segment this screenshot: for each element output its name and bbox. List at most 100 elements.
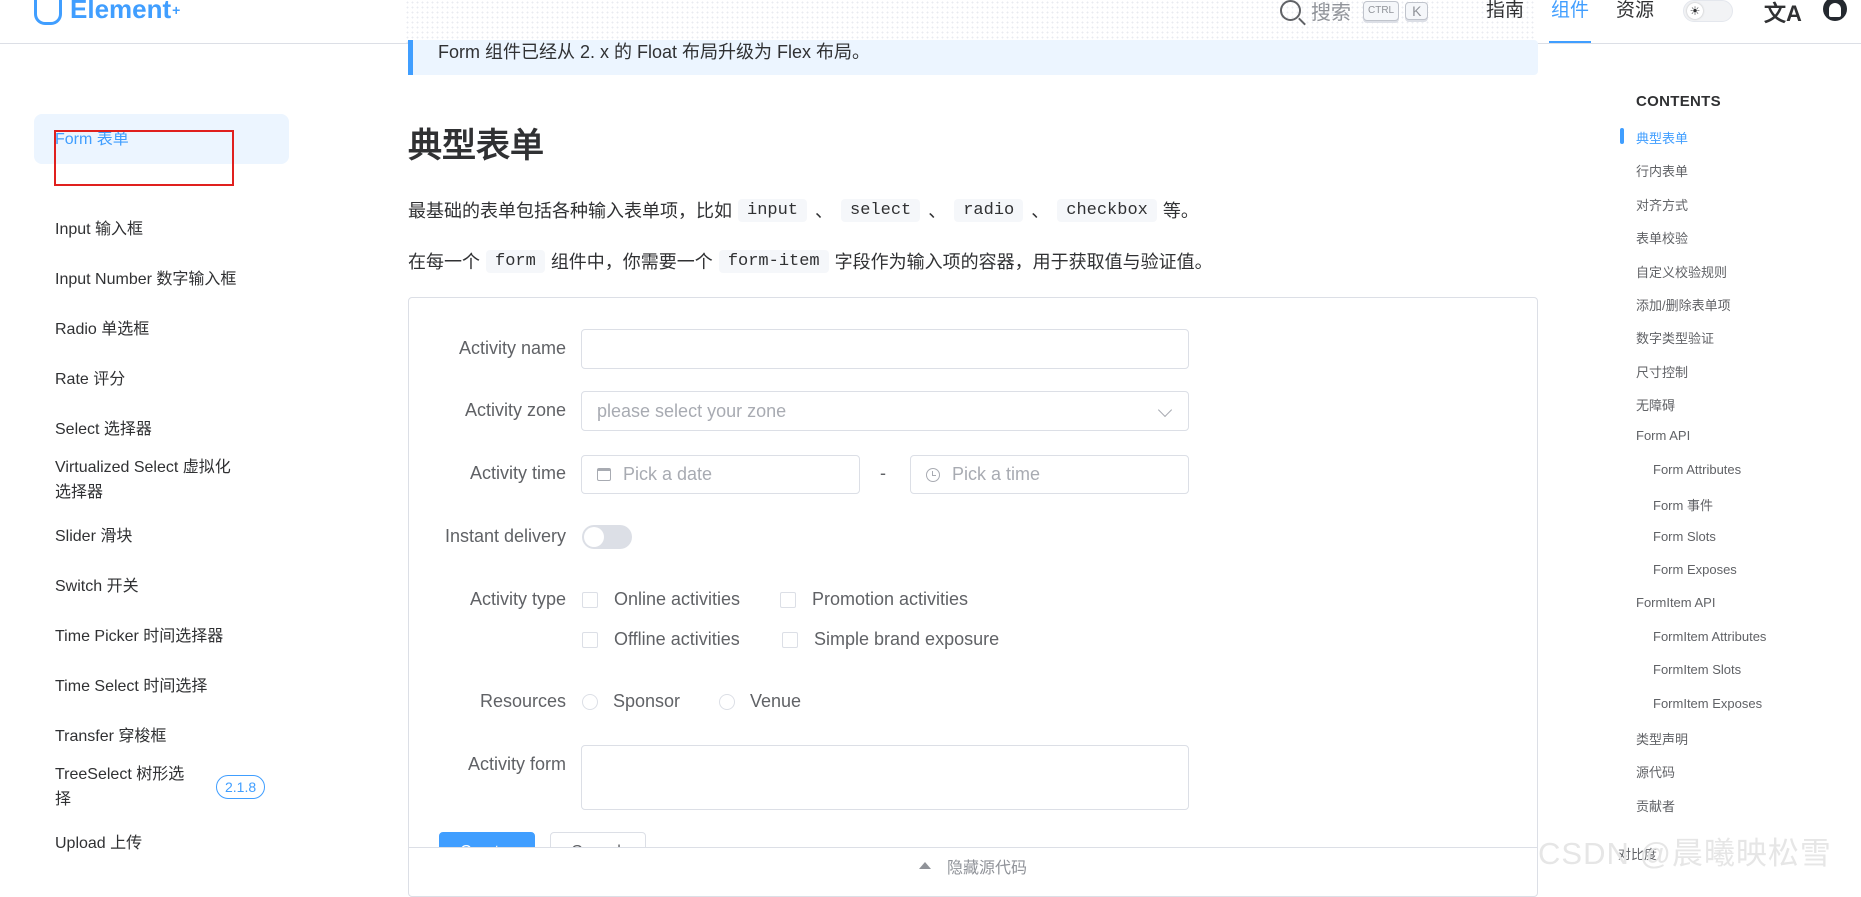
checkbox-box bbox=[582, 631, 598, 648]
form-item-paragraph: 在每一个 form 组件中，你需要一个 form-item 字段作为输入项的容器… bbox=[408, 248, 1213, 274]
toc-item[interactable]: Form API bbox=[1636, 428, 1690, 443]
sidebar-item-label: Virtualized Select 虚拟化选择器 bbox=[55, 459, 231, 501]
toc-subitem[interactable]: Form Slots bbox=[1653, 529, 1716, 544]
clock-icon bbox=[926, 467, 940, 482]
toc-item[interactable]: 添加/删除表单项 bbox=[1636, 295, 1731, 314]
sidebar-item-input[interactable]: Input 输入框 bbox=[34, 204, 289, 254]
sidebar-item-tree-select[interactable]: TreeSelect 树形选择 2.1.8 bbox=[34, 751, 289, 823]
sun-icon: ☀ bbox=[1687, 3, 1703, 19]
hide-source-button[interactable]: 隐藏源代码 bbox=[409, 847, 1537, 883]
checkbox-offline[interactable]: Offline activities bbox=[582, 629, 740, 650]
instant-delivery-label: Instant delivery bbox=[444, 526, 566, 546]
nav-guide[interactable]: 指南 bbox=[1486, 0, 1524, 43]
instant-delivery-switch[interactable] bbox=[582, 525, 632, 549]
toc-active-marker bbox=[1620, 128, 1624, 144]
kbd-k: K bbox=[1405, 1, 1429, 20]
checkbox-promotion[interactable]: Promotion activities bbox=[780, 589, 968, 610]
toc-item[interactable]: 贡献者 bbox=[1636, 796, 1675, 815]
intro-paragraph: 最基础的表单包括各种输入表单项，比如 input 、 select 、 radio 、… bbox=[408, 197, 1199, 223]
code-radio: radio bbox=[954, 198, 1024, 222]
main-nav: 指南 组件 资源 bbox=[1486, 0, 1679, 43]
sidebar: 择器 Form 表单 Input 输入框 Input Number 数字输入框 … bbox=[0, 44, 300, 882]
toc-item[interactable]: 数字类型验证 bbox=[1636, 328, 1714, 347]
checkbox-box bbox=[782, 631, 798, 648]
toc-subitem[interactable]: FormItem Attributes bbox=[1653, 629, 1766, 644]
activity-form-textarea[interactable] bbox=[581, 745, 1189, 810]
sidebar-item-label: Slider 滑块 bbox=[55, 527, 133, 545]
toc-subitem[interactable]: Form 事件 bbox=[1653, 495, 1713, 514]
translate-icon[interactable]: 文A bbox=[1764, 0, 1802, 28]
code-select: select bbox=[841, 198, 921, 222]
toc-subitem[interactable]: FormItem Slots bbox=[1653, 662, 1741, 677]
para-text: 在每一个 bbox=[408, 252, 480, 272]
github-icon[interactable] bbox=[1823, 0, 1847, 21]
radio-label: Sponsor bbox=[613, 691, 681, 711]
chevron-down-icon bbox=[1157, 402, 1173, 418]
top-navbar: Element + 搜索 CTRL K 指南 组件 资源 ☀ 文A bbox=[0, 0, 1861, 44]
toc-item[interactable]: 类型声明 bbox=[1636, 729, 1688, 748]
toc-item[interactable]: 无障碍 bbox=[1636, 395, 1675, 414]
sidebar-item-time-select[interactable]: Time Select 时间选择 bbox=[34, 661, 289, 711]
caret-up-icon bbox=[918, 862, 931, 869]
nav-resources[interactable]: 资源 bbox=[1616, 0, 1654, 43]
activity-type-label: Activity type bbox=[469, 589, 566, 609]
sidebar-item-radio[interactable]: Radio 单选框 bbox=[34, 304, 289, 354]
date-picker[interactable]: Pick a date bbox=[581, 455, 860, 494]
sidebar-item-label: Select 选择器 bbox=[55, 420, 152, 438]
theme-toggle[interactable]: ☀ bbox=[1683, 0, 1733, 22]
activity-name-input[interactable] bbox=[581, 329, 1189, 369]
activity-zone-select[interactable]: please select your zone bbox=[581, 391, 1189, 431]
toc-item[interactable]: 表单校验 bbox=[1636, 228, 1688, 247]
checkbox-brand-exposure[interactable]: Simple brand exposure bbox=[782, 629, 999, 650]
toc-subitem[interactable]: FormItem Exposes bbox=[1653, 696, 1762, 711]
sidebar-item-label: Rate 评分 bbox=[55, 370, 126, 388]
toc-item[interactable]: 尺寸控制 bbox=[1636, 362, 1688, 381]
sidebar-item-upload[interactable]: Upload 上传 bbox=[34, 818, 289, 868]
checkbox-online[interactable]: Online activities bbox=[582, 589, 740, 610]
version-badge: 2.1.8 bbox=[216, 775, 266, 799]
toc-item[interactable]: FormItem API bbox=[1636, 595, 1715, 610]
sidebar-item-switch[interactable]: Switch 开关 bbox=[34, 561, 289, 611]
sidebar-item-label: Transfer 穿梭框 bbox=[55, 727, 167, 745]
sidebar-item-input-number[interactable]: Input Number 数字输入框 bbox=[34, 254, 289, 304]
upgrade-tip: Form 组件已经从 2. x 的 Float 布局升级为 Flex 布局。 bbox=[408, 40, 1538, 75]
sidebar-item-label: Upload 上传 bbox=[55, 834, 143, 852]
search-label: 搜索 bbox=[1311, 2, 1351, 24]
radio-label: Venue bbox=[750, 691, 802, 711]
search-icon bbox=[1280, 0, 1301, 21]
sidebar-item-time-picker[interactable]: Time Picker 时间选择器 bbox=[34, 611, 289, 661]
activity-name-label: Activity name bbox=[458, 338, 566, 358]
sidebar-item-form[interactable]: Form 表单 bbox=[34, 114, 289, 164]
sidebar-item-slider[interactable]: Slider 滑块 bbox=[34, 511, 289, 561]
activity-form-label: Activity form bbox=[467, 754, 566, 774]
element-logo[interactable]: Element + bbox=[34, 0, 180, 25]
toc-item[interactable]: 典型表单 bbox=[1636, 128, 1688, 147]
sidebar-item-rate[interactable]: Rate 评分 bbox=[34, 354, 289, 404]
nav-components[interactable]: 组件 bbox=[1549, 0, 1592, 43]
intro-suffix: 等。 bbox=[1162, 201, 1199, 221]
radio-sponsor[interactable]: Sponsor bbox=[582, 691, 680, 712]
calendar-icon bbox=[597, 468, 611, 481]
radio-venue[interactable]: Venue bbox=[719, 691, 801, 712]
hide-source-label: 隐藏源代码 bbox=[946, 859, 1027, 877]
separator: 、 bbox=[1031, 201, 1050, 221]
checkbox-label: Online activities bbox=[614, 589, 741, 609]
search-button[interactable]: 搜索 CTRL K bbox=[1280, 0, 1429, 25]
toc-item[interactable]: 源代码 bbox=[1636, 762, 1675, 781]
checkbox-box bbox=[582, 591, 598, 608]
activity-zone-label: Activity zone bbox=[464, 400, 566, 420]
sidebar-item-label: Input 输入框 bbox=[55, 220, 144, 238]
code-checkbox: checkbox bbox=[1057, 198, 1157, 222]
toc-subitem[interactable]: Form Exposes bbox=[1653, 562, 1737, 577]
toc-item[interactable]: 对齐方式 bbox=[1636, 195, 1688, 214]
toc-item[interactable]: 行内表单 bbox=[1636, 161, 1688, 180]
toc-item[interactable]: 自定义校验规则 bbox=[1636, 262, 1727, 281]
sidebar-item-virtualized-select[interactable]: Virtualized Select 虚拟化选择器 bbox=[34, 444, 289, 516]
para-text: 字段作为输入项的容器，用于获取值与验证值。 bbox=[834, 252, 1213, 272]
csdn-watermark: CSDN @晨曦映松雪 bbox=[1538, 836, 1832, 871]
time-picker[interactable]: Pick a time bbox=[910, 455, 1189, 494]
sidebar-item-label: Time Select 时间选择 bbox=[55, 677, 208, 695]
checkbox-label: Promotion activities bbox=[812, 589, 969, 609]
toc-subitem[interactable]: Form Attributes bbox=[1653, 462, 1741, 477]
toc-title: CONTENTS bbox=[1636, 93, 1721, 110]
